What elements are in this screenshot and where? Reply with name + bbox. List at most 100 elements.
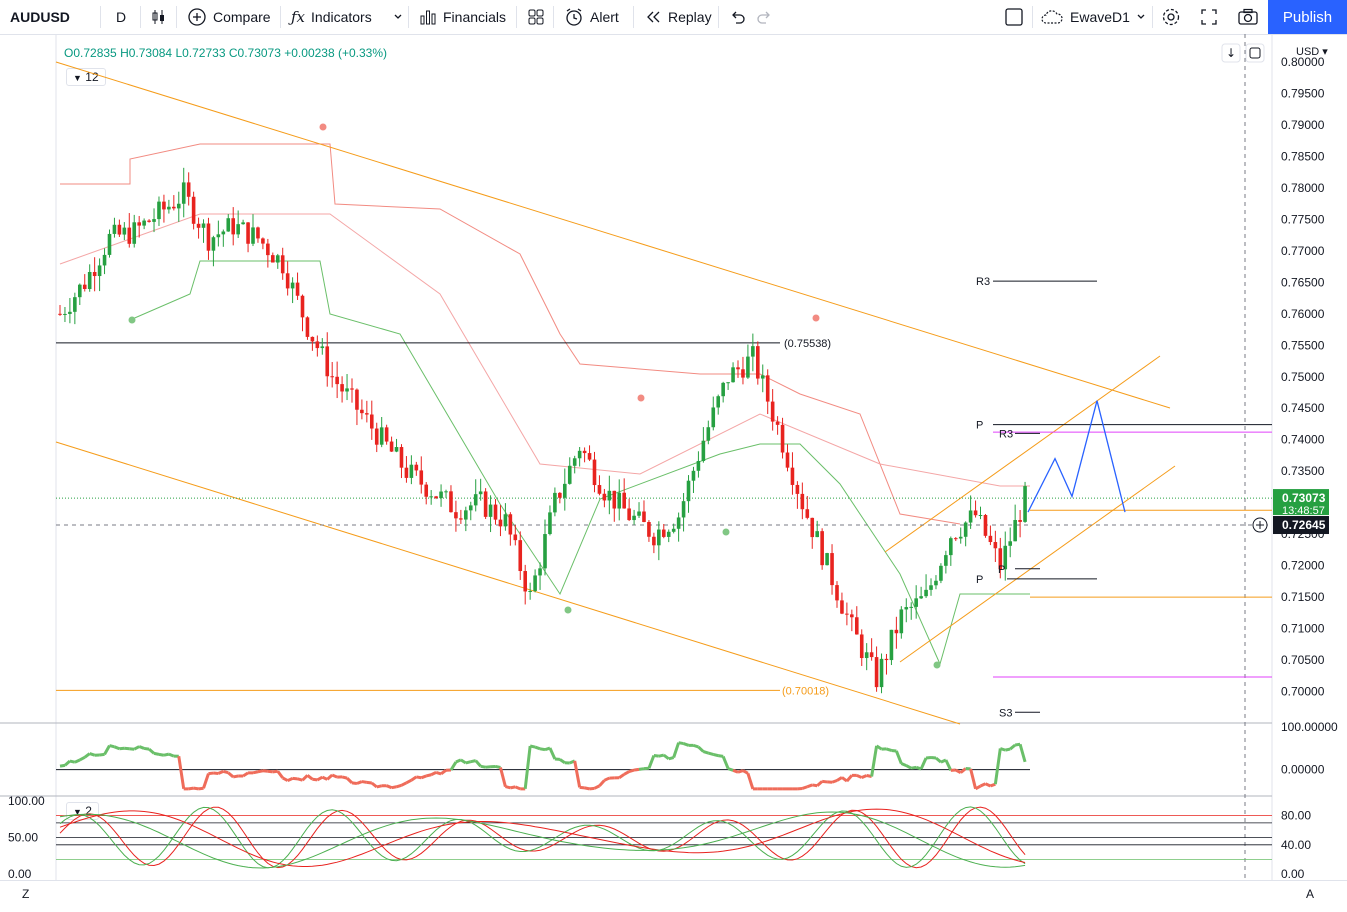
osc1-segment: [100, 754, 105, 755]
settings-button[interactable]: [1160, 0, 1182, 34]
candle-body: [88, 272, 92, 289]
osc1-segment: [154, 753, 159, 754]
osc1-segment: [971, 769, 976, 789]
replay-button[interactable]: Replay: [644, 0, 712, 34]
price-tick-label: 0.78000: [1281, 181, 1325, 195]
osc1-segment: [679, 743, 684, 744]
wave-projection-path: [1028, 401, 1125, 512]
candle-body: [865, 652, 869, 658]
osc2-right-tick-label: 40.00: [1281, 838, 1311, 852]
price-tick-label: 0.70500: [1281, 653, 1325, 667]
level-label: (0.70018): [782, 685, 829, 697]
candle-body: [598, 485, 602, 494]
osc1-segment: [461, 760, 466, 763]
candle-body: [687, 481, 691, 501]
candle-body: [662, 530, 666, 537]
indicators-button[interactable]: ƒx Indicators: [291, 0, 372, 34]
candle-body: [370, 415, 374, 429]
candle-body: [791, 468, 795, 485]
candle-body: [820, 531, 824, 565]
candle-body: [261, 238, 265, 243]
candle-body: [608, 491, 612, 501]
fullscreen-toggle[interactable]: [1004, 0, 1024, 34]
candle-body: [890, 630, 894, 660]
price-tick-label: 0.74000: [1281, 433, 1325, 447]
osc1-segment: [456, 760, 461, 762]
candle-body: [761, 375, 765, 378]
osc1-segment: [317, 777, 322, 780]
signal-dot: [638, 395, 645, 402]
rewind-icon: [644, 8, 662, 26]
osc1-segment: [228, 773, 233, 777]
osc1-tick-label: 0.00000: [1281, 763, 1325, 777]
candle-body: [984, 515, 988, 536]
symbol-search-button[interactable]: AUDUSD: [10, 0, 70, 34]
candle-body: [895, 630, 899, 633]
osc1-segment: [1020, 744, 1025, 762]
price-tick-label: 0.74500: [1281, 401, 1325, 415]
candle-body: [395, 447, 399, 452]
osc1-segment: [401, 783, 406, 785]
osc1-segment: [90, 754, 95, 756]
redo-button[interactable]: [756, 0, 774, 34]
candle-body: [939, 566, 943, 581]
osc1-segment: [713, 754, 718, 755]
osc1-segment: [362, 782, 367, 783]
osc1-segment: [65, 761, 70, 765]
osc1-segment: [164, 754, 169, 755]
chart-type-button[interactable]: [150, 0, 168, 34]
undo-button[interactable]: [728, 0, 746, 34]
plus-circle-icon: [187, 7, 207, 27]
candle-body: [548, 512, 552, 534]
osc1-segment: [223, 771, 228, 772]
osc2-left-tick-label: 100.00: [8, 794, 45, 808]
candle-body: [439, 492, 443, 499]
indicators-dropdown[interactable]: [393, 0, 403, 34]
compare-button[interactable]: Compare: [187, 0, 271, 34]
templates-button[interactable]: [527, 0, 545, 34]
interval-button[interactable]: D: [116, 0, 126, 34]
osc1-segment: [283, 778, 288, 781]
osc1-tick-label: 100.00000: [1281, 720, 1338, 734]
crosshair-price-label: 0.72645: [1282, 518, 1326, 532]
osc1-segment: [936, 758, 941, 762]
level-label: P: [998, 564, 1005, 576]
price-chart[interactable]: (0.75538)(0.70018)R3PR3PPS3 0.700000.705…: [0, 34, 1347, 880]
auto-scale-button[interactable]: A: [1306, 887, 1314, 901]
osc1-segment: [144, 748, 149, 749]
osc1-segment: [664, 755, 669, 759]
osc1-segment: [392, 787, 397, 788]
osc1-segment: [268, 771, 273, 772]
financials-label: Financials: [443, 9, 506, 25]
osc2-left-tick-label: 50.00: [8, 831, 38, 845]
osc1-segment: [476, 761, 481, 767]
candle-body: [340, 384, 344, 391]
symbol-label: AUDUSD: [10, 9, 70, 25]
candle-body: [880, 659, 884, 687]
osc1-segment: [822, 781, 827, 782]
interval-label: D: [116, 9, 126, 25]
indicators-label: Indicators: [311, 9, 372, 25]
osc1-segment: [451, 762, 456, 770]
candle-body: [325, 346, 329, 376]
snapshot-button[interactable]: [1237, 0, 1259, 34]
candle-body: [246, 222, 250, 243]
layout-button[interactable]: EwaveD1: [1040, 0, 1146, 34]
zoom-reset-button[interactable]: Z: [22, 887, 29, 901]
expand-button[interactable]: [1199, 0, 1219, 34]
candle-body: [236, 224, 240, 234]
osc1-segment: [431, 772, 436, 774]
candle-body: [994, 542, 998, 548]
candle-body: [137, 222, 141, 225]
osc1-segment: [80, 757, 85, 760]
candle-body: [934, 581, 938, 586]
candle-body: [904, 607, 908, 609]
publish-button[interactable]: Publish: [1268, 0, 1347, 34]
financials-button[interactable]: Financials: [419, 0, 506, 34]
candle-body: [642, 512, 646, 523]
candle-body: [231, 218, 235, 234]
price-tick-label: 0.72000: [1281, 559, 1325, 573]
candle-body: [355, 390, 359, 410]
alert-button[interactable]: Alert: [564, 0, 619, 34]
osc1-segment: [599, 780, 604, 786]
